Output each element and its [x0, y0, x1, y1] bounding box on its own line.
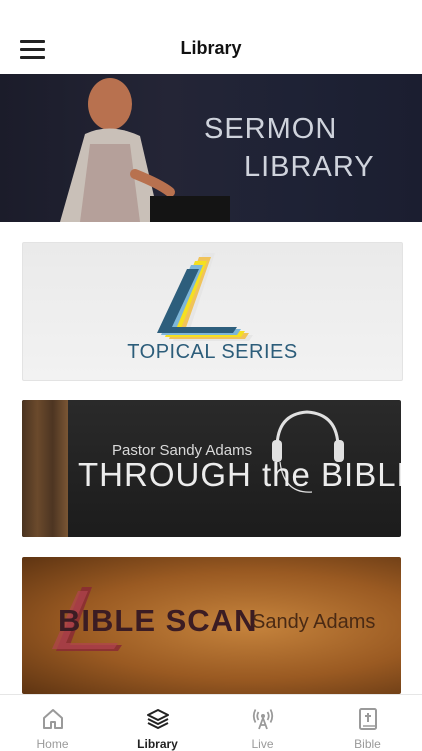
bible-scan-card[interactable]: BIBLE SCAN Sandy Adams	[22, 557, 401, 694]
bible-scan-title: BIBLE SCAN	[58, 603, 258, 638]
bible-scan-subtitle: Sandy Adams	[252, 611, 376, 633]
sermon-library-banner: SERMON LIBRARY	[0, 74, 422, 222]
tab-home[interactable]: Home	[0, 695, 105, 751]
tab-library-label: Library	[137, 737, 178, 751]
topical-series-card[interactable]: TOPICAL SERIES	[22, 242, 403, 381]
header: Library	[0, 0, 422, 74]
banner-line-1: SERMON	[204, 113, 338, 145]
tab-bar: Home Library Live Bible	[0, 694, 422, 751]
tab-library[interactable]: Library	[105, 695, 210, 751]
tab-home-label: Home	[36, 737, 69, 751]
tab-bible[interactable]: Bible	[315, 695, 420, 751]
through-the-bible-title: THROUGH the BIBLE	[78, 456, 401, 493]
topical-series-label: TOPICAL SERIES	[127, 341, 298, 363]
banner-line-2: LIBRARY	[244, 151, 375, 183]
home-icon	[43, 709, 63, 729]
bible-icon	[359, 708, 377, 730]
layers-icon	[147, 709, 169, 729]
banner-title: SERMON LIBRARY	[204, 110, 375, 186]
tab-bible-label: Bible	[354, 737, 381, 751]
tab-live[interactable]: Live	[210, 695, 315, 751]
page-title: Library	[180, 38, 242, 58]
broadcast-icon	[252, 709, 274, 730]
through-the-bible-card[interactable]: Pastor Sandy Adams THROUGH the BIBLE	[22, 400, 401, 537]
tab-live-label: Live	[251, 737, 274, 751]
